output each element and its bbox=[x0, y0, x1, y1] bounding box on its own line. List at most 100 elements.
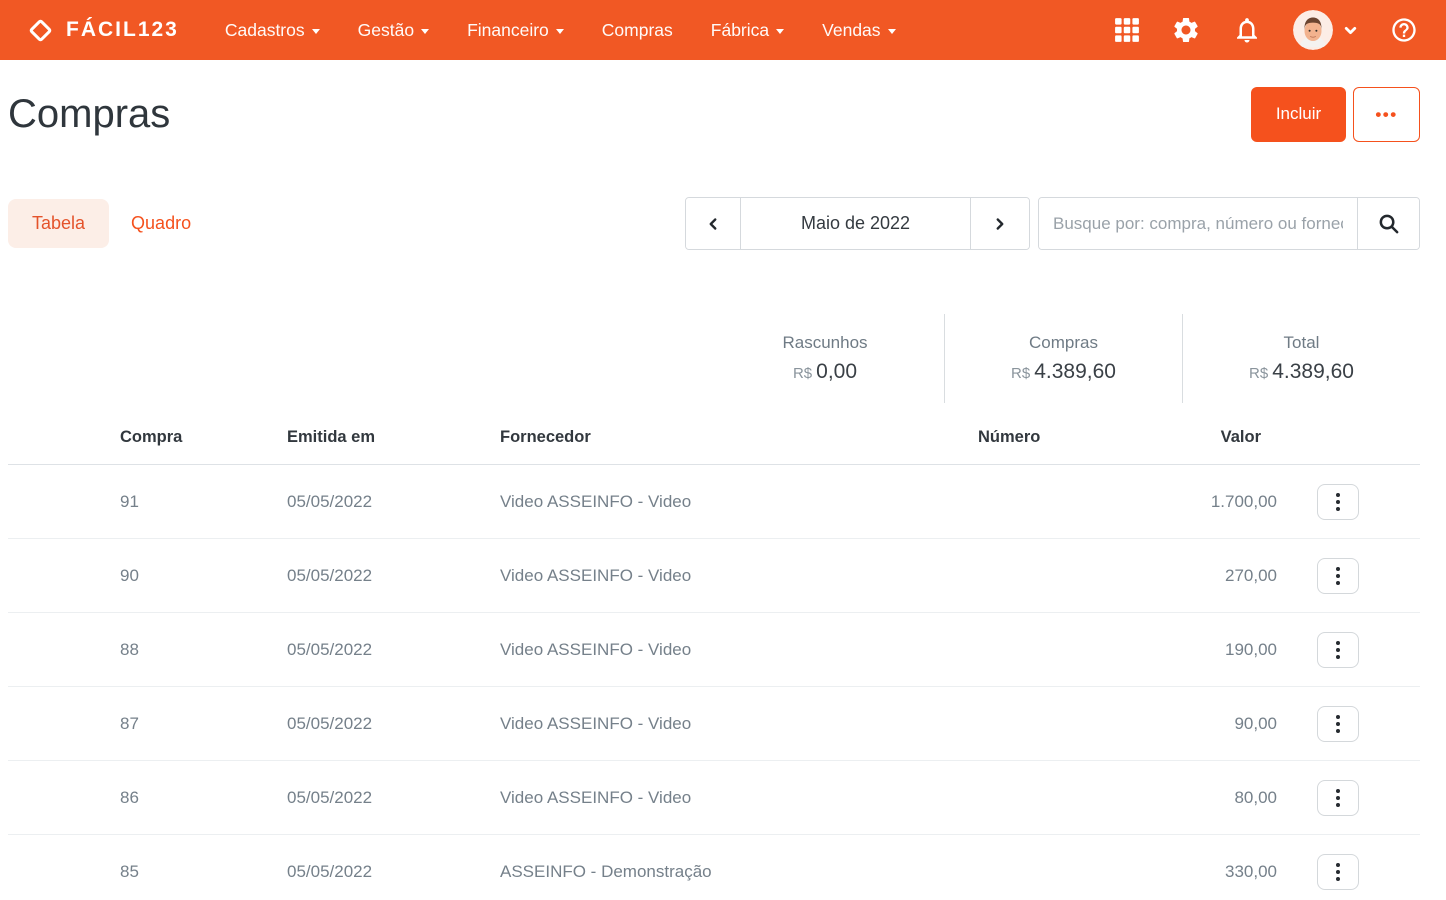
tab-quadro[interactable]: Quadro bbox=[131, 213, 191, 234]
cell-compra: 87 bbox=[120, 714, 287, 734]
row-actions-button[interactable] bbox=[1317, 706, 1359, 742]
compras-table: Compra Emitida em Fornecedor Número Valo… bbox=[8, 411, 1420, 900]
compras-page: Compras Incluir ••• Tabela Quadro Maio d… bbox=[0, 86, 1446, 900]
menu-item-financeiro[interactable]: Financeiro bbox=[467, 20, 564, 41]
search-icon bbox=[1377, 212, 1400, 235]
bell-icon[interactable] bbox=[1232, 15, 1262, 45]
nav-right-actions bbox=[1114, 10, 1418, 50]
prev-month-button[interactable] bbox=[686, 198, 740, 249]
cell-emitida: 05/05/2022 bbox=[287, 714, 500, 734]
menu-item-cadastros[interactable]: Cadastros bbox=[225, 20, 320, 41]
row-actions-button[interactable] bbox=[1317, 558, 1359, 594]
col-header-emitida: Emitida em bbox=[287, 428, 500, 447]
brand-logo[interactable]: FÁCIL123 bbox=[28, 18, 179, 42]
table-header: Compra Emitida em Fornecedor Número Valo… bbox=[8, 411, 1420, 465]
menu-item-label: Vendas bbox=[822, 20, 880, 41]
chevron-down-icon bbox=[1342, 22, 1359, 39]
cell-valor: 330,00 bbox=[1158, 862, 1277, 882]
cell-fornecedor: Video ASSEINFO - Video bbox=[500, 566, 978, 586]
cell-fornecedor: Video ASSEINFO - Video bbox=[500, 714, 978, 734]
menu-item-label: Cadastros bbox=[225, 20, 305, 41]
avatar bbox=[1293, 10, 1333, 50]
caret-down-icon bbox=[421, 29, 429, 34]
title-actions: Incluir ••• bbox=[1251, 87, 1420, 142]
table-row[interactable]: 85 05/05/2022 ASSEINFO - Demonstração 33… bbox=[8, 835, 1420, 900]
menu-item-fabrica[interactable]: Fábrica bbox=[711, 20, 784, 41]
user-menu[interactable] bbox=[1293, 10, 1359, 50]
cell-fornecedor: Video ASSEINFO - Video bbox=[500, 640, 978, 660]
stat-rascunhos: Rascunhos R$0,00 bbox=[706, 314, 944, 403]
cell-emitida: 05/05/2022 bbox=[287, 862, 500, 882]
next-month-button[interactable] bbox=[971, 198, 1029, 249]
table-row[interactable]: 91 05/05/2022 Video ASSEINFO - Video 1.7… bbox=[8, 465, 1420, 539]
menu-item-label: Financeiro bbox=[467, 20, 549, 41]
brand-diamond-icon bbox=[28, 18, 52, 42]
cell-valor: 1.700,00 bbox=[1158, 492, 1277, 512]
table-row[interactable]: 90 05/05/2022 Video ASSEINFO - Video 270… bbox=[8, 539, 1420, 613]
filter-row: Tabela Quadro Maio de 2022 bbox=[8, 197, 1420, 250]
search-input[interactable] bbox=[1039, 198, 1357, 249]
stat-value: R$0,00 bbox=[793, 360, 857, 384]
cell-valor: 90,00 bbox=[1158, 714, 1277, 734]
col-header-fornecedor: Fornecedor bbox=[500, 428, 978, 447]
cell-emitida: 05/05/2022 bbox=[287, 492, 500, 512]
stat-value: R$4.389,60 bbox=[1249, 360, 1354, 384]
menu-item-vendas[interactable]: Vendas bbox=[822, 20, 895, 41]
top-nav: FÁCIL123 Cadastros Gestão Financeiro Com… bbox=[0, 0, 1446, 60]
cell-compra: 88 bbox=[120, 640, 287, 660]
incluir-button[interactable]: Incluir bbox=[1251, 87, 1346, 142]
row-actions-button[interactable] bbox=[1317, 484, 1359, 520]
menu-item-gestao[interactable]: Gestão bbox=[358, 20, 429, 41]
brand-name: FÁCIL123 bbox=[66, 18, 179, 42]
caret-down-icon bbox=[888, 29, 896, 34]
row-actions-button[interactable] bbox=[1317, 632, 1359, 668]
cell-fornecedor: Video ASSEINFO - Video bbox=[500, 492, 978, 512]
apps-grid-icon[interactable] bbox=[1114, 17, 1140, 43]
chevron-right-icon bbox=[991, 215, 1009, 233]
help-icon[interactable] bbox=[1390, 16, 1418, 44]
row-actions-button[interactable] bbox=[1317, 854, 1359, 890]
stat-compras: Compras R$4.389,60 bbox=[944, 314, 1182, 403]
menu-item-label: Compras bbox=[602, 20, 673, 41]
menu-item-label: Gestão bbox=[358, 20, 414, 41]
search-box bbox=[1038, 197, 1420, 250]
cell-compra: 90 bbox=[120, 566, 287, 586]
cell-compra: 86 bbox=[120, 788, 287, 808]
period-navigator: Maio de 2022 bbox=[685, 197, 1030, 250]
cell-emitida: 05/05/2022 bbox=[287, 788, 500, 808]
cell-valor: 270,00 bbox=[1158, 566, 1277, 586]
stat-value: R$4.389,60 bbox=[1011, 360, 1116, 384]
col-header-compra: Compra bbox=[120, 428, 287, 447]
table-row[interactable]: 88 05/05/2022 Video ASSEINFO - Video 190… bbox=[8, 613, 1420, 687]
tab-tabela[interactable]: Tabela bbox=[8, 199, 109, 248]
cell-compra: 91 bbox=[120, 492, 287, 512]
title-row: Compras Incluir ••• bbox=[8, 86, 1420, 142]
cell-valor: 80,00 bbox=[1158, 788, 1277, 808]
row-actions-button[interactable] bbox=[1317, 780, 1359, 816]
caret-down-icon bbox=[776, 29, 784, 34]
table-row[interactable]: 87 05/05/2022 Video ASSEINFO - Video 90,… bbox=[8, 687, 1420, 761]
menu-item-compras[interactable]: Compras bbox=[602, 20, 673, 41]
view-tabs: Tabela Quadro bbox=[8, 199, 191, 248]
cell-emitida: 05/05/2022 bbox=[287, 566, 500, 586]
caret-down-icon bbox=[312, 29, 320, 34]
gear-icon[interactable] bbox=[1171, 15, 1201, 45]
caret-down-icon bbox=[556, 29, 564, 34]
stat-label: Total bbox=[1284, 333, 1320, 353]
period-label[interactable]: Maio de 2022 bbox=[740, 198, 971, 249]
cell-valor: 190,00 bbox=[1158, 640, 1277, 660]
cell-emitida: 05/05/2022 bbox=[287, 640, 500, 660]
table-row[interactable]: 86 05/05/2022 Video ASSEINFO - Video 80,… bbox=[8, 761, 1420, 835]
stat-label: Rascunhos bbox=[782, 333, 867, 353]
menu-item-label: Fábrica bbox=[711, 20, 769, 41]
cell-compra: 85 bbox=[120, 862, 287, 882]
search-button[interactable] bbox=[1357, 198, 1419, 249]
col-header-numero: Número bbox=[978, 428, 1158, 447]
chevron-left-icon bbox=[704, 215, 722, 233]
cell-fornecedor: Video ASSEINFO - Video bbox=[500, 788, 978, 808]
more-options-button[interactable]: ••• bbox=[1353, 87, 1420, 142]
stat-label: Compras bbox=[1029, 333, 1098, 353]
main-menu: Cadastros Gestão Financeiro Compras Fábr… bbox=[225, 20, 896, 41]
col-header-valor: Valor bbox=[1158, 428, 1277, 447]
stat-total: Total R$4.389,60 bbox=[1182, 314, 1420, 403]
